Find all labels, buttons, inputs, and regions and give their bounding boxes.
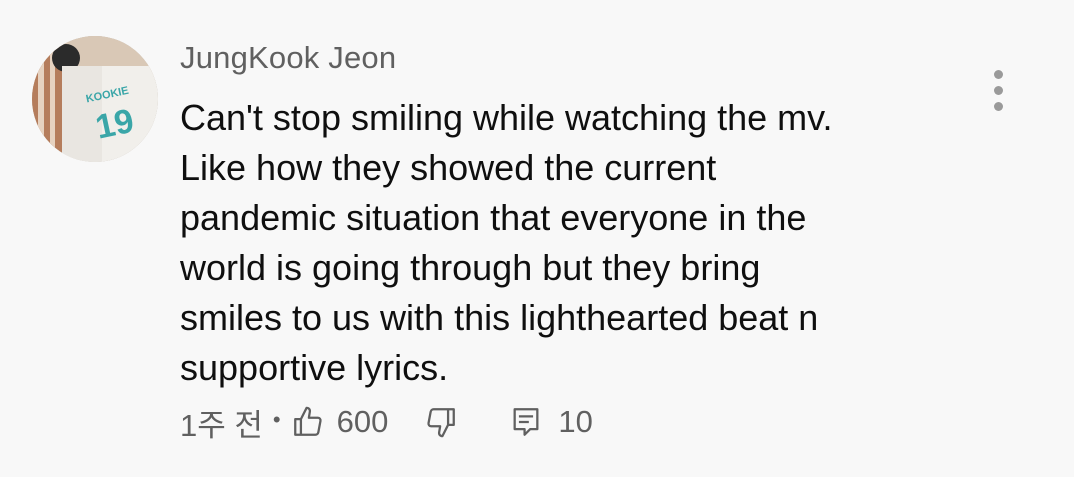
thumbs-down-icon [427, 408, 456, 438]
comment-text: Can't stop smiling while watching the mv… [180, 93, 980, 393]
comment-text-line: world is going through but they bring [180, 247, 761, 288]
comment-text-line: supportive lyrics. [180, 347, 449, 388]
comment-menu-button[interactable] [980, 64, 1016, 116]
more-vert-icon [993, 69, 1003, 79]
comment-item: KOOKIE 19 JungKook Jeon Can't stop smili… [0, 0, 1074, 477]
comment-text-line: smiles to us with this lighthearted beat… [180, 297, 819, 338]
avatar-image: KOOKIE 19 [32, 36, 158, 162]
thumbs-up-icon [293, 406, 322, 436]
reply-count: 10 [558, 404, 593, 439]
avatar[interactable]: KOOKIE 19 [32, 36, 158, 162]
more-vert-icon [993, 85, 1003, 95]
comment-text-line: Like how they showed the current [180, 147, 717, 188]
like-button[interactable]: 600 [291, 404, 425, 440]
timestamp-separator: • [272, 407, 281, 432]
comment-text-line: Can't stop smiling while watching the mv… [180, 97, 833, 138]
dislike-button[interactable] [424, 405, 458, 439]
avatar-jersey-number: 19 [92, 102, 137, 147]
like-count: 600 [336, 404, 389, 439]
comment-actions: 1주 전 • 600 10 [180, 398, 593, 446]
comment-icon [513, 408, 539, 436]
comment-text-line: pandemic situation that everyone in the [180, 197, 807, 238]
more-vert-icon [993, 101, 1003, 111]
reply-button[interactable]: 10 [510, 404, 593, 440]
comment-timestamp: 1주 전 [180, 407, 263, 443]
comment-author[interactable]: JungKook Jeon [180, 40, 396, 76]
